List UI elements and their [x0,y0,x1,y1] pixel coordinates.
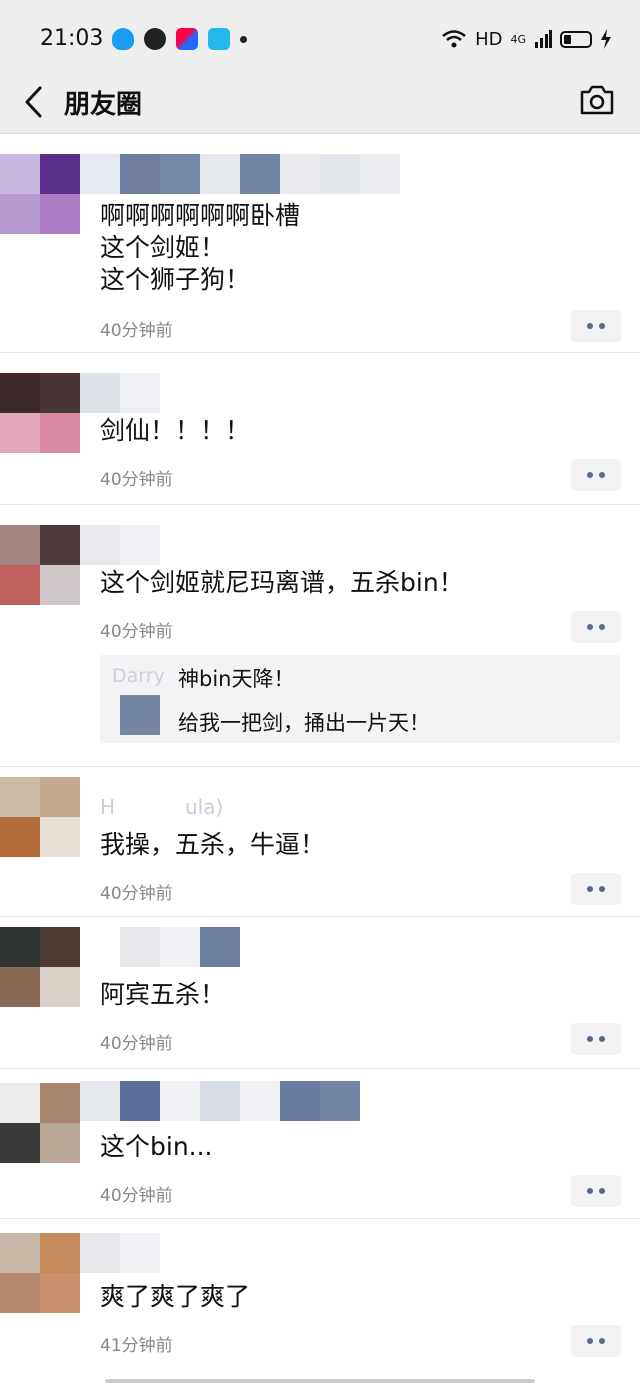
more-actions-button[interactable] [571,873,621,905]
timestamp: 40分钟前 [100,470,173,490]
avatar[interactable] [0,1083,80,1163]
battery-icon [560,30,592,48]
home-indicator[interactable] [105,1379,535,1383]
reply-author-blurred[interactable] [120,695,160,735]
comment-text: 爽了爽了爽了 [100,1282,251,1311]
avatar[interactable] [0,927,80,1007]
nav-bar: 朋友圈 [0,76,640,134]
more-actions-button[interactable] [571,1023,621,1055]
author-name-blurred[interactable] [80,525,160,565]
comment-item[interactable]: 这个bin... 40分钟前 [0,1069,640,1219]
notification-icons [112,24,247,54]
wifi-icon [442,30,466,48]
comment-text: 我操，五杀，牛逼！ [100,830,326,859]
more-actions-button[interactable] [571,459,621,491]
comment-item[interactable]: 阿宾五杀！ 40分钟前 [0,917,640,1069]
comment-text: 剑仙！！！！ [100,416,251,445]
timestamp: 40分钟前 [100,321,173,341]
timestamp: 40分钟前 [100,1186,173,1206]
reply-author[interactable]: Darry [112,665,165,687]
charging-icon [601,29,611,49]
app-notification-icon [176,28,198,50]
comment-feed: 啊啊啊啊啊啊卧槽 这个剑姬！ 这个狮子狗！ 40分钟前 剑仙！！！！ 40分钟前… [0,134,640,1371]
author-name-blurred[interactable] [80,1233,160,1273]
status-time: 21:03 [40,26,104,51]
camera-icon[interactable] [578,80,616,120]
author-name-blurred[interactable] [80,1081,360,1121]
timestamp: 40分钟前 [100,884,173,904]
comment-text: 这个bin... [100,1132,213,1161]
timestamp: 41分钟前 [100,1336,173,1356]
more-actions-button[interactable] [571,1325,621,1357]
timestamp: 40分钟前 [100,622,173,642]
comment-item[interactable]: 这个剑姬就尼玛离谱，五杀bin！ 40分钟前 Darry 神bin天降！ 给我一… [0,505,640,767]
author-name-blurred[interactable] [120,927,240,967]
more-notifications-dot [240,35,247,43]
wechat-icon [144,28,166,50]
avatar[interactable] [0,1233,80,1313]
more-actions-button[interactable] [571,611,621,643]
signal-label: 4G [510,32,526,46]
author-name[interactable]: H ula) [100,795,223,819]
comment-item[interactable]: H ula) 我操，五杀，牛逼！ 40分钟前 [0,767,640,917]
chevron-left-icon[interactable] [20,82,50,122]
avatar[interactable] [0,525,80,605]
comment-item[interactable]: 剑仙！！！！ 40分钟前 [0,353,640,505]
avatar[interactable] [0,154,80,234]
timestamp: 40分钟前 [100,1034,173,1054]
comment-text: 这个剑姬就尼玛离谱，五杀bin！ [100,568,464,597]
comment-item[interactable]: 啊啊啊啊啊啊卧槽 这个剑姬！ 这个狮子狗！ 40分钟前 [0,134,640,353]
comment-item[interactable]: 爽了爽了爽了 41分钟前 [0,1219,640,1371]
app-notification-icon-2 [208,28,230,50]
reply-list: Darry 神bin天降！ 给我一把剑，捅出一片天！ [100,655,620,743]
author-name-blurred[interactable] [80,373,160,413]
status-bar: 21:03 HD 4G [0,0,640,76]
author-name-blurred[interactable] [80,154,400,194]
comment-text: 啊啊啊啊啊啊卧槽 这个剑姬！ 这个狮子狗！ [100,201,301,294]
network-label: HD [475,28,503,50]
reply-text[interactable]: 神bin天降！ [178,663,294,693]
avatar[interactable] [0,373,80,453]
more-actions-button[interactable] [571,310,621,342]
signal-icon [535,30,552,48]
status-right: HD 4G [441,24,612,54]
reply-text[interactable]: 给我一把剑，捅出一片天！ [178,707,430,737]
more-actions-button[interactable] [571,1175,621,1207]
page-title: 朋友圈 [64,90,143,120]
qq-icon [112,28,134,50]
avatar[interactable] [0,777,80,857]
comment-text: 阿宾五杀！ [100,980,226,1009]
